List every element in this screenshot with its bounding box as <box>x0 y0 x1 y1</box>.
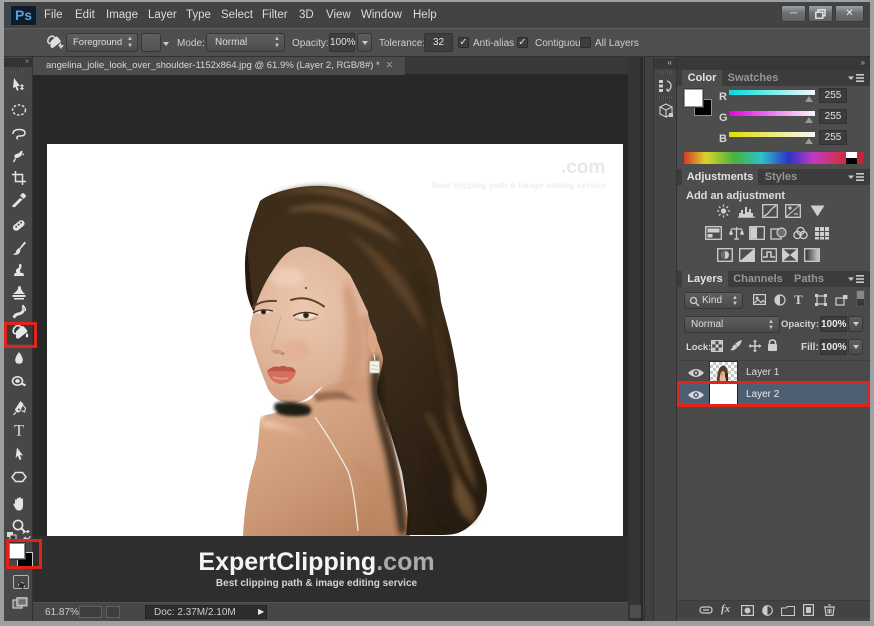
svg-text:T: T <box>14 423 24 440</box>
